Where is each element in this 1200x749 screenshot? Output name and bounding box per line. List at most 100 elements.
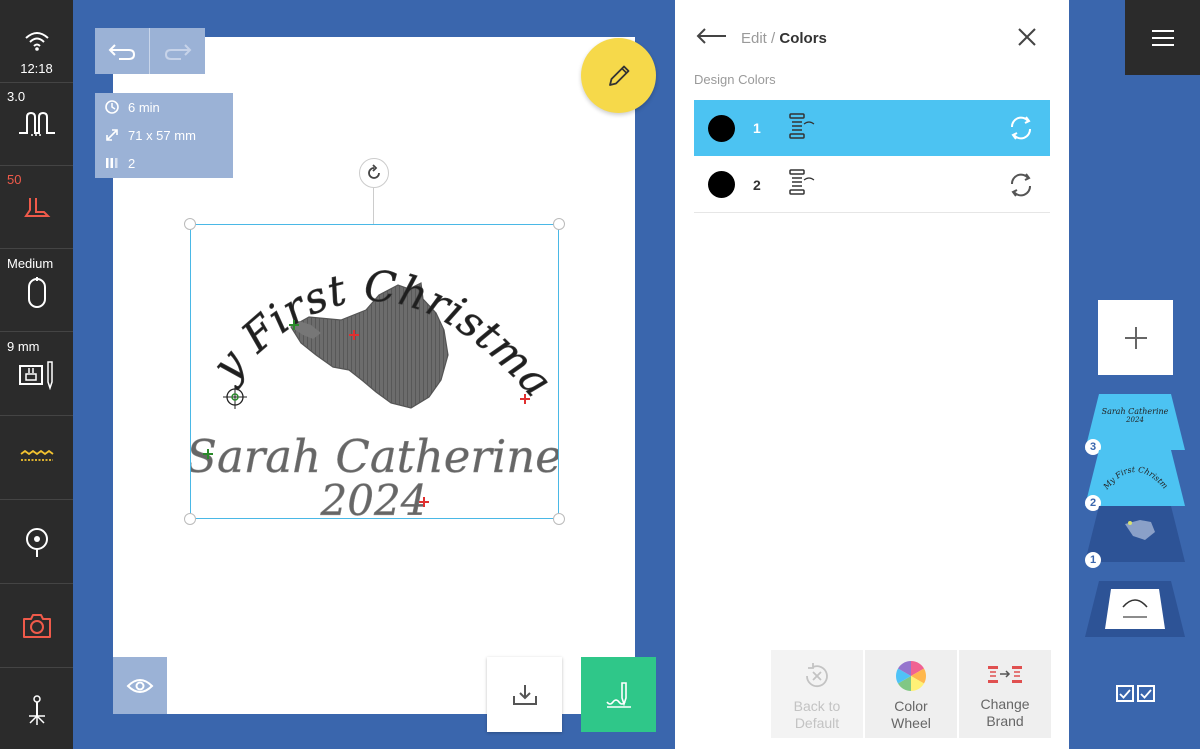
change-brand-button[interactable]: Change Brand [959,650,1051,738]
thread-spool-icon [787,168,817,201]
plus-icon [1124,326,1147,349]
zigzag-stitch-icon [0,450,73,464]
rotate-stem [373,188,374,224]
hamburger-menu-icon [1151,29,1174,46]
eye-icon [126,678,154,693]
color-number: 1 [753,120,761,136]
section-title: Design Colors [694,72,776,87]
design-info-panel: 6 min 71 x 57 mm 2 [95,93,233,178]
resize-handle-bottom-right[interactable] [553,513,565,525]
change-color-icon[interactable] [1008,115,1034,146]
checkbox-icon [1116,685,1134,702]
clock-icon [95,100,128,114]
needle-down-section[interactable] [0,668,73,749]
hoop-value: Medium [7,256,54,271]
color-count-value: 2 [128,155,136,171]
needle-value: 9 mm [7,339,40,354]
design-selection[interactable]: My First Christmas Sarah Catherine 2024 [190,224,559,519]
full-design-thumbnail[interactable] [1085,581,1185,642]
stitch-width-value: 3.0 [7,89,26,104]
needle-section[interactable]: 9 mm [0,332,73,416]
camera-section[interactable] [0,584,73,668]
color-wheel-icon [895,661,927,691]
back-arrow-icon [696,27,726,44]
stitch-width-section[interactable]: 3.0 [0,83,73,166]
close-icon [1018,28,1036,46]
undo-redo-group [95,28,205,74]
panel-header: Edit / Colors [695,24,827,52]
color-swatch [708,171,735,198]
design-year-text: 2024 [320,476,428,518]
pencil-icon [608,65,629,86]
color-wheel-label-2: Wheel [891,715,931,731]
change-color-icon[interactable] [1008,172,1034,203]
stitch-type-section[interactable] [0,416,73,500]
resize-handle-top-left[interactable] [184,218,196,230]
design-size-row: 71 x 57 mm [95,121,233,149]
tension-section[interactable] [0,500,73,584]
presser-foot-value: 50 [7,172,22,187]
clock-time: 12:18 [20,61,53,76]
select-all-button[interactable] [1116,685,1155,702]
color-wheel-button[interactable]: Color Wheel [865,650,957,738]
wifi-time-section: 12:18 [0,0,73,83]
embroidery-design-artwork: My First Christmas Sarah Catherine 2024 [191,225,558,518]
color-swatch [708,114,735,142]
hoop-section[interactable]: Medium [0,249,73,332]
rotate-handle[interactable] [359,158,389,188]
undo-icon [108,44,136,60]
color-row-1[interactable]: 1 [694,100,1050,156]
close-button[interactable] [1016,26,1038,48]
panel-actions: Back to Default Color Wheel Change Brand [771,650,1053,738]
wifi-icon [0,30,73,52]
presser-foot-section[interactable]: 50 [0,166,73,249]
reset-icon [806,663,828,688]
stitch-time-row: 6 min [95,93,233,121]
back-button[interactable] [695,26,727,51]
breadcrumb-parent[interactable]: Edit [741,30,767,47]
resize-handle-bottom-left[interactable] [184,513,196,525]
bobbin-icon [0,526,73,558]
needle-position-marker [223,385,247,409]
breadcrumb-separator: / [766,29,780,47]
breadcrumb-current: Colors [779,29,827,47]
redo-icon [164,44,191,60]
design-size-value: 71 x 57 mm [128,127,196,143]
back-to-default-label-1: Back to [793,698,841,714]
thread-spool-icon [787,112,817,145]
layer-number: 1 [1085,552,1101,568]
main-menu-button[interactable] [1125,0,1200,75]
hoop-icon [0,277,73,309]
needle-hoop-icon [0,360,73,390]
back-to-default-button[interactable]: Back to Default [771,650,863,738]
stitch-width-icon [0,111,73,139]
export-button[interactable] [487,657,562,732]
preview-toggle-button[interactable] [113,657,167,714]
add-design-button[interactable] [1098,300,1173,375]
back-to-default-label-2: Default [794,715,840,731]
color-row-2[interactable]: 2 [694,157,1050,213]
edit-pencil-button[interactable] [581,38,656,113]
breadcrumb: Edit / Colors [741,30,827,47]
color-stops-icon [95,157,128,169]
rotate-icon [368,164,380,179]
svg-text:Sarah Catherine: Sarah Catherine [1102,407,1169,416]
presser-foot-icon [0,196,73,220]
svg-text:2024: 2024 [1125,416,1144,424]
checkbox-icon [1137,685,1155,702]
color-wheel-label-1: Color [894,698,928,714]
color-count-row: 2 [95,149,233,177]
color-number: 2 [753,176,761,193]
stitch-out-button[interactable] [581,657,656,732]
download-icon [512,684,537,705]
thread-swap-icon [988,666,1022,683]
change-brand-label-1: Change [980,696,1030,712]
undo-button[interactable] [95,28,150,74]
redo-button[interactable] [150,28,205,74]
colors-panel: Edit / Colors Design Colors 1 2 Back to D… [675,0,1069,749]
stitch-time-value: 6 min [128,99,160,115]
change-brand-label-2: Brand [986,713,1024,729]
needle-position-icon [0,694,73,726]
resize-handle-top-right[interactable] [553,218,565,230]
stitch-needle-icon [605,681,631,708]
